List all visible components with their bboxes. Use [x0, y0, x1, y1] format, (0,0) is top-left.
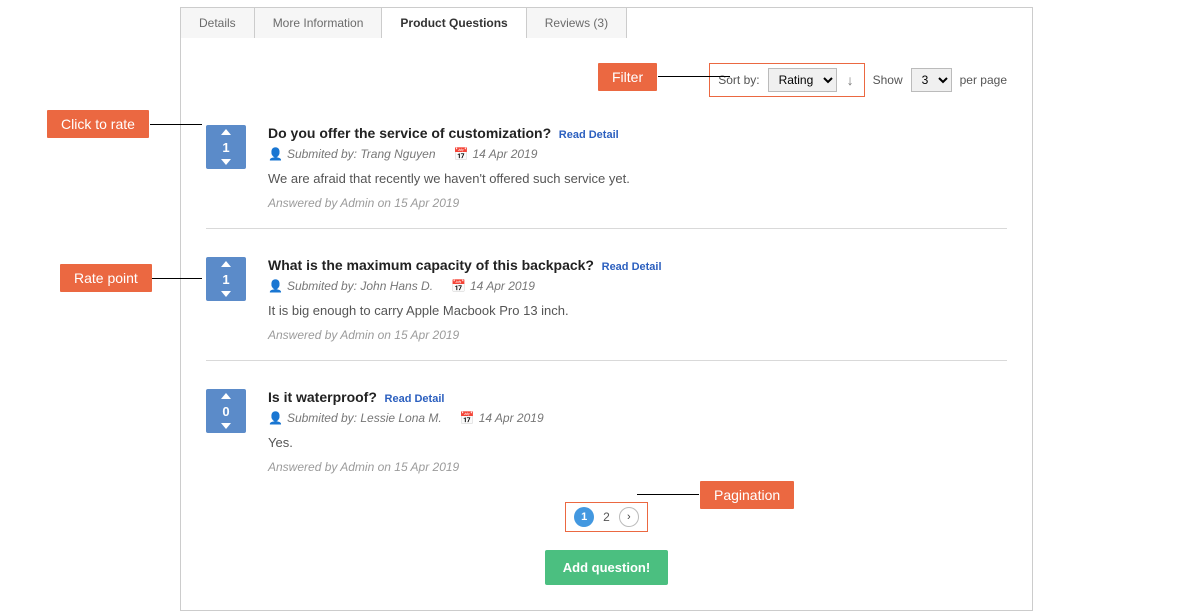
arrow-down-icon: ↓ — [847, 72, 854, 88]
tab-more-info[interactable]: More Information — [254, 7, 383, 38]
rate-up-icon[interactable] — [221, 261, 231, 267]
question-date: 14 Apr 2019 — [472, 147, 537, 161]
callout-filter: Filter — [598, 63, 657, 91]
question-title: Do you offer the service of customizatio… — [268, 125, 551, 141]
sort-direction-button[interactable]: ↓ — [845, 72, 856, 88]
read-detail-link[interactable]: Read Detail — [385, 393, 445, 405]
rate-down-icon[interactable] — [221, 423, 231, 429]
question-item: 1 What is the maximum capacity of this b… — [206, 228, 1007, 360]
callout-rate-point: Rate point — [60, 264, 152, 292]
product-tabs: Details More Information Product Questio… — [180, 7, 626, 38]
page-2[interactable]: 2 — [600, 510, 613, 524]
sort-group: Sort by: Rating ↓ — [709, 63, 864, 97]
answer-text: It is big enough to carry Apple Macbook … — [268, 303, 1007, 318]
read-detail-link[interactable]: Read Detail — [602, 261, 662, 273]
callout-pagination: Pagination — [700, 481, 794, 509]
chevron-right-icon: › — [627, 511, 631, 523]
rating-value: 0 — [222, 405, 229, 418]
callout-click-to-rate: Click to rate — [47, 110, 149, 138]
sort-by-select[interactable]: Rating — [768, 68, 837, 92]
tab-details[interactable]: Details — [180, 7, 255, 38]
author-name: John Hans D. — [360, 279, 433, 293]
author-name: Trang Nguyen — [360, 147, 435, 161]
page-next-button[interactable]: › — [619, 507, 639, 527]
rating-box: 1 — [206, 125, 246, 169]
calendar-icon: 📅 — [460, 411, 475, 425]
tab-reviews[interactable]: Reviews (3) — [526, 7, 627, 38]
question-item: 1 Do you offer the service of customizat… — [206, 117, 1007, 228]
rating-value: 1 — [222, 141, 229, 154]
user-icon: 👤 — [268, 279, 283, 293]
calendar-icon: 📅 — [454, 147, 469, 161]
question-date: 14 Apr 2019 — [479, 411, 544, 425]
show-label: Show — [873, 73, 903, 87]
question-title: What is the maximum capacity of this bac… — [268, 257, 594, 273]
submitted-label: Submited by: — [287, 411, 357, 425]
question-item: 0 Is it waterproof? Read Detail 👤 Submite… — [206, 360, 1007, 492]
rate-up-icon[interactable] — [221, 129, 231, 135]
lead-line — [658, 76, 730, 77]
answer-text: Yes. — [268, 435, 1007, 450]
lead-line — [150, 124, 202, 125]
tab-product-questions[interactable]: Product Questions — [381, 7, 526, 38]
lead-line — [152, 278, 202, 279]
answered-by: Answered by Admin on 15 Apr 2019 — [268, 460, 1007, 474]
answered-by: Answered by Admin on 15 Apr 2019 — [268, 196, 1007, 210]
read-detail-link[interactable]: Read Detail — [559, 129, 619, 141]
add-question-button[interactable]: Add question! — [545, 550, 668, 585]
user-icon: 👤 — [268, 411, 283, 425]
lead-line — [637, 494, 699, 495]
per-page-label: per page — [960, 73, 1007, 87]
rating-value: 1 — [222, 273, 229, 286]
submitted-label: Submited by: — [287, 147, 357, 161]
answer-text: We are afraid that recently we haven't o… — [268, 171, 1007, 186]
user-icon: 👤 — [268, 147, 283, 161]
calendar-icon: 📅 — [451, 279, 466, 293]
rating-box: 1 — [206, 257, 246, 301]
question-date: 14 Apr 2019 — [470, 279, 535, 293]
rate-up-icon[interactable] — [221, 393, 231, 399]
pagination: 1 2 › — [565, 502, 648, 532]
rate-down-icon[interactable] — [221, 159, 231, 165]
author-name: Lessie Lona M. — [360, 411, 441, 425]
answered-by: Answered by Admin on 15 Apr 2019 — [268, 328, 1007, 342]
show-per-page-select[interactable]: 3 — [911, 68, 952, 92]
submitted-label: Submited by: — [287, 279, 357, 293]
rating-box: 0 — [206, 389, 246, 433]
page-current[interactable]: 1 — [574, 507, 594, 527]
questions-panel: Sort by: Rating ↓ Show 3 per page 1 — [180, 7, 1033, 611]
rate-down-icon[interactable] — [221, 291, 231, 297]
question-title: Is it waterproof? — [268, 389, 377, 405]
